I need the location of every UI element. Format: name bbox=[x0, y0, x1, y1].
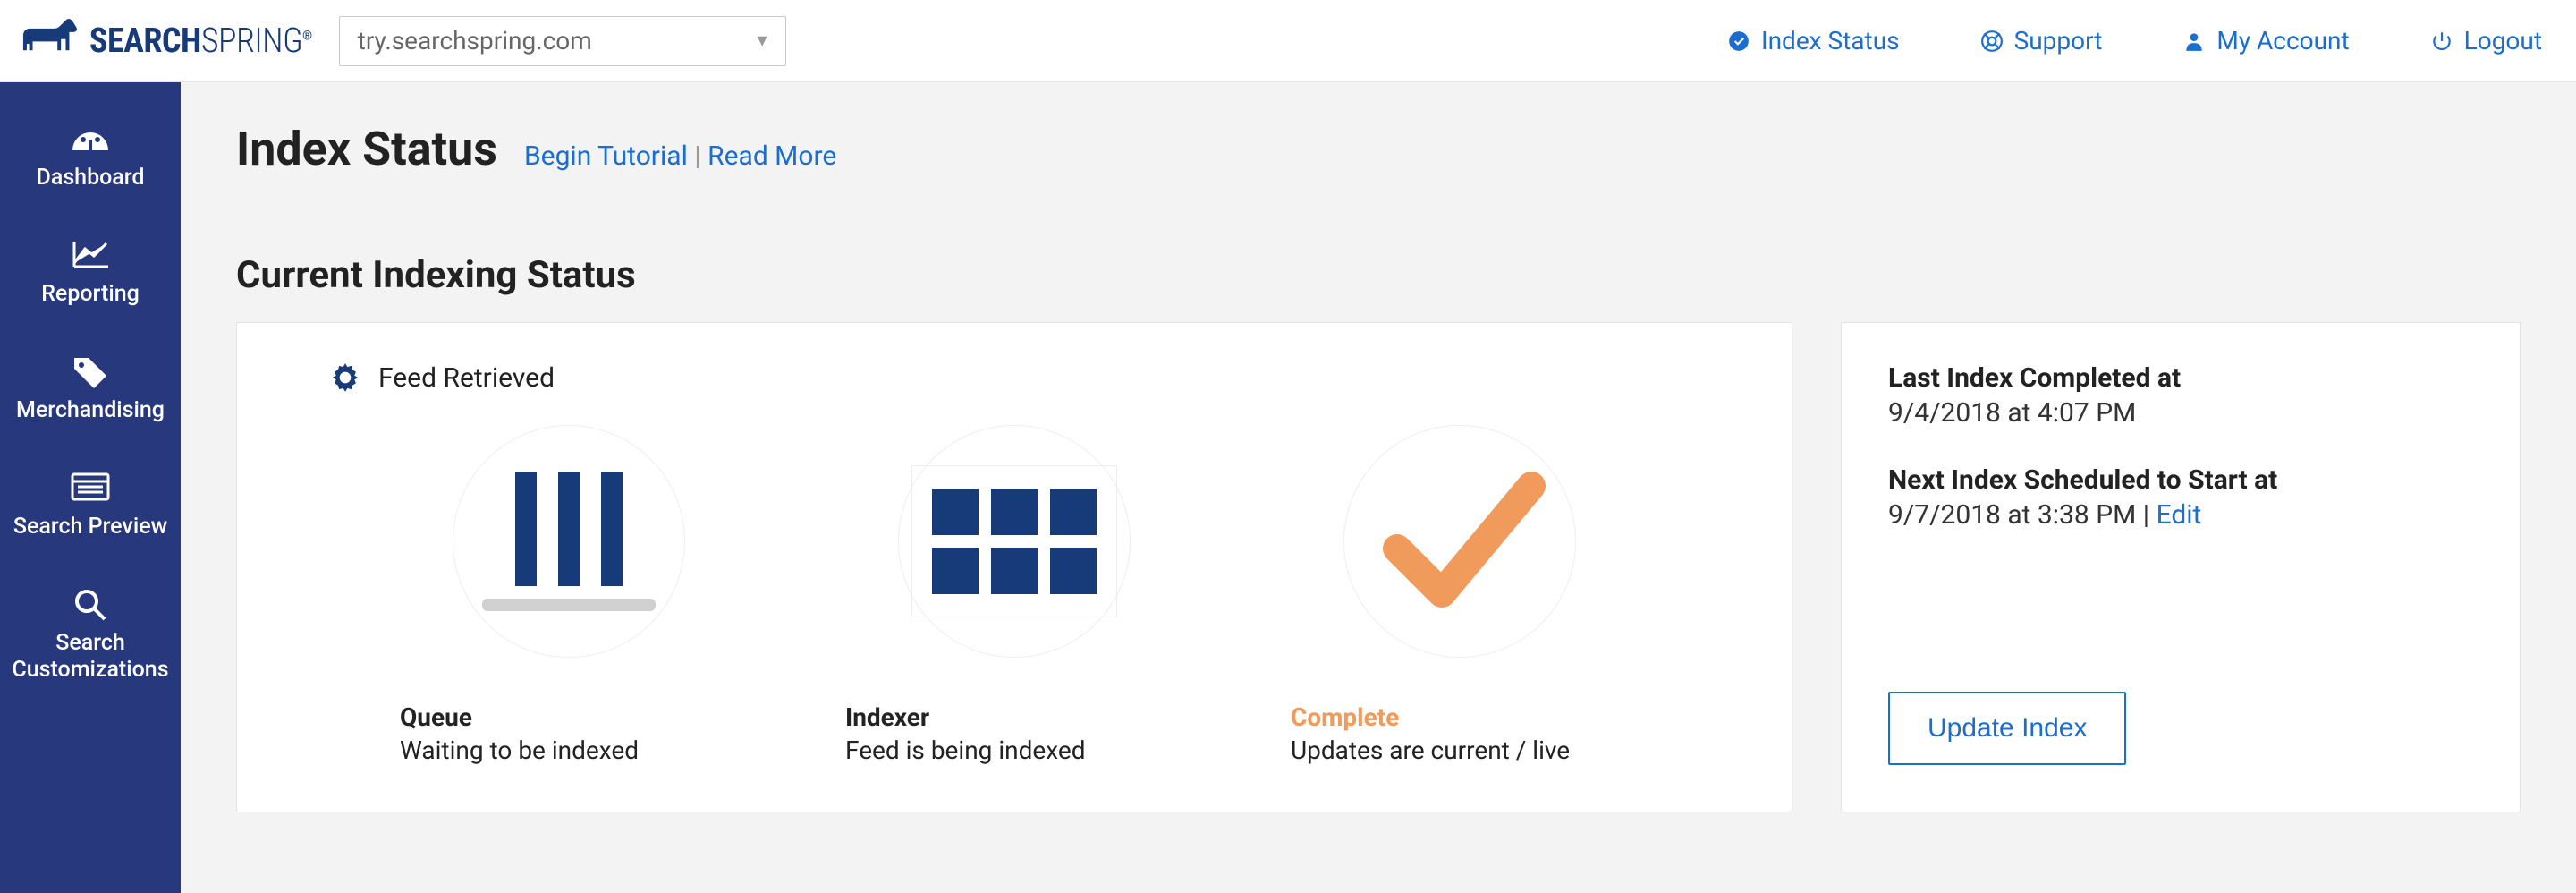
topbar: SEARCHSPRING® try.searchspring.com ▾ Ind… bbox=[0, 0, 2576, 82]
tag-icon bbox=[69, 353, 112, 388]
last-index-block: Last Index Completed at 9/4/2018 at 4:07… bbox=[1888, 362, 2473, 429]
last-index-value: 9/4/2018 at 4:07 PM bbox=[1888, 397, 2473, 429]
nav-my-account[interactable]: My Account bbox=[2182, 26, 2349, 55]
site-selector[interactable]: try.searchspring.com ▾ bbox=[339, 16, 786, 66]
site-selector-value: try.searchspring.com bbox=[358, 26, 592, 55]
nav-support[interactable]: Support bbox=[1980, 26, 2103, 55]
update-index-button[interactable]: Update Index bbox=[1888, 692, 2126, 765]
edit-link[interactable]: Edit bbox=[2157, 499, 2202, 531]
begin-tutorial-link[interactable]: Begin Tutorial bbox=[524, 140, 688, 172]
stage-queue: Queue Waiting to be indexed bbox=[346, 425, 792, 765]
power-icon bbox=[2430, 30, 2453, 53]
gauge-icon bbox=[69, 120, 112, 156]
search-icon bbox=[69, 585, 112, 621]
main-content: Index Status Begin Tutorial | Read More … bbox=[181, 82, 2576, 893]
stage-label: Queue bbox=[400, 702, 472, 732]
sidebar-item-reporting[interactable]: Reporting bbox=[0, 236, 181, 353]
checkmark-icon bbox=[1370, 450, 1549, 633]
user-icon bbox=[2182, 30, 2206, 53]
next-index-value: 9/7/2018 at 3:38 PM | Edit bbox=[1888, 499, 2473, 531]
indexer-circle-icon bbox=[898, 425, 1131, 658]
complete-circle-icon bbox=[1343, 425, 1576, 658]
feed-retrieved-label: Feed Retrieved bbox=[378, 362, 555, 394]
stage-desc: Updates are current / live bbox=[1291, 736, 1570, 765]
nav-index-status[interactable]: Index Status bbox=[1727, 26, 1900, 55]
sidebar-item-merchandising[interactable]: Merchandising bbox=[0, 353, 181, 469]
link-separator: | bbox=[694, 140, 708, 172]
stages: Queue Waiting to be indexed bbox=[292, 425, 1736, 765]
nav-logout[interactable]: Logout bbox=[2430, 26, 2542, 55]
status-card: Feed Retrieved bbox=[236, 322, 1792, 812]
top-nav: Index Status Support My Account Logout bbox=[1727, 26, 2542, 55]
dog-icon bbox=[20, 18, 79, 64]
brand-logo[interactable]: SEARCHSPRING® bbox=[20, 18, 312, 64]
sidebar-item-dashboard[interactable]: Dashboard bbox=[0, 120, 181, 236]
chevron-down-icon: ▾ bbox=[758, 30, 767, 52]
page-title: Index Status bbox=[236, 122, 497, 176]
life-ring-icon bbox=[1980, 30, 2004, 53]
sidebar-item-label: Search Preview bbox=[13, 514, 167, 540]
sidebar-item-search-preview[interactable]: Search Preview bbox=[0, 469, 181, 585]
sidebar-item-label: Search Customizations bbox=[7, 630, 174, 684]
next-index-label: Next Index Scheduled to Start at bbox=[1888, 464, 2473, 496]
gear-icon bbox=[328, 361, 362, 395]
read-more-link[interactable]: Read More bbox=[708, 140, 836, 172]
check-circle-icon bbox=[1727, 30, 1750, 53]
sidebar-item-search-customizations[interactable]: Search Customizations bbox=[0, 585, 181, 728]
stage-label: Indexer bbox=[845, 702, 929, 732]
browser-icon bbox=[69, 469, 112, 505]
nav-label: Index Status bbox=[1761, 26, 1900, 55]
separator: | bbox=[2136, 499, 2156, 531]
brand-primary: SEARCH bbox=[89, 21, 201, 61]
registered-icon: ® bbox=[302, 29, 312, 43]
stage-indexer: Indexer Feed is being indexed bbox=[792, 425, 1237, 765]
brand-secondary: SPRING bbox=[201, 21, 302, 61]
stage-label: Complete bbox=[1291, 702, 1399, 732]
info-card: Last Index Completed at 9/4/2018 at 4:07… bbox=[1841, 322, 2521, 812]
last-index-label: Last Index Completed at bbox=[1888, 362, 2473, 394]
next-index-block: Next Index Scheduled to Start at 9/7/201… bbox=[1888, 464, 2473, 531]
app-root: SEARCHSPRING® try.searchspring.com ▾ Ind… bbox=[0, 0, 2576, 893]
stage-desc: Feed is being indexed bbox=[845, 736, 1086, 765]
nav-label: Logout bbox=[2464, 26, 2542, 55]
stage-complete: Complete Updates are current / live bbox=[1237, 425, 1682, 765]
section-title: Current Indexing Status bbox=[236, 253, 2521, 297]
feed-retrieved-row: Feed Retrieved bbox=[328, 361, 1736, 395]
stage-desc: Waiting to be indexed bbox=[400, 736, 639, 765]
page-title-row: Index Status Begin Tutorial | Read More bbox=[236, 122, 2521, 176]
nav-label: My Account bbox=[2216, 26, 2349, 55]
chart-icon bbox=[69, 236, 112, 272]
queue-icon bbox=[482, 472, 656, 611]
sidebar: Dashboard Reporting Merchandising Search… bbox=[0, 82, 181, 893]
queue-circle-icon bbox=[453, 425, 685, 658]
next-index-datetime: 9/7/2018 at 3:38 PM bbox=[1888, 499, 2136, 531]
indexer-icon bbox=[911, 465, 1117, 617]
sidebar-item-label: Merchandising bbox=[16, 397, 165, 424]
sidebar-item-label: Dashboard bbox=[37, 165, 145, 191]
page-title-links: Begin Tutorial | Read More bbox=[524, 140, 836, 172]
body: Dashboard Reporting Merchandising Search… bbox=[0, 82, 2576, 893]
status-row: Feed Retrieved bbox=[236, 322, 2521, 812]
nav-label: Support bbox=[2014, 26, 2103, 55]
brand-wordmark: SEARCHSPRING® bbox=[89, 21, 312, 61]
sidebar-item-label: Reporting bbox=[41, 281, 140, 308]
